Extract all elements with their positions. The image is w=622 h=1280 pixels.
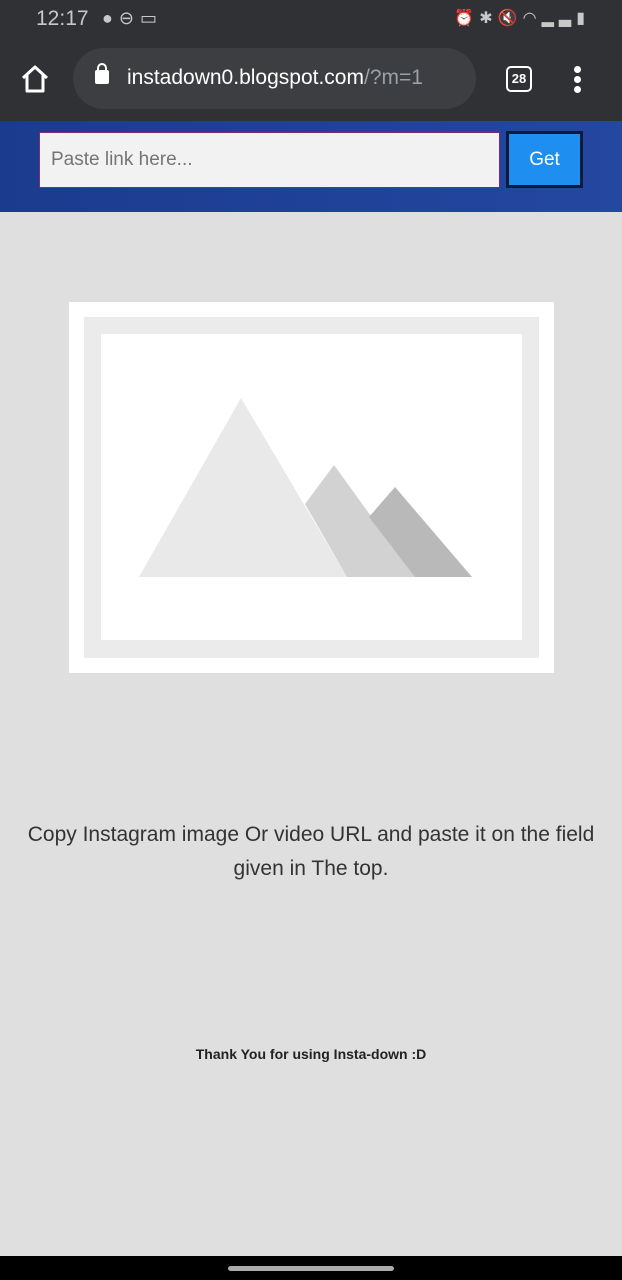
address-bar[interactable]: instadown0.blogspot.com/?m=1 — [73, 48, 476, 109]
get-button[interactable]: Get — [506, 131, 583, 188]
notification-icons: ●⊖▭ — [102, 8, 163, 28]
url-text: instadown0.blogspot.com/?m=1 — [127, 66, 423, 90]
search-header: Get — [0, 121, 622, 212]
image-placeholder — [69, 302, 554, 673]
thanks-text: Thank You for using Insta-down :D — [195, 1046, 427, 1062]
system-icons: ⏰✱🔇◠▂▃▮ — [454, 10, 590, 27]
lock-icon — [95, 63, 109, 84]
placeholder-image-icon — [84, 317, 539, 658]
home-icon[interactable] — [20, 64, 50, 94]
status-bar: 12:17 ●⊖▭ ⏰✱🔇◠▂▃▮ — [0, 0, 622, 38]
instructions-text: Copy Instagram image Or video URL and pa… — [27, 823, 595, 880]
clock: 12:17 — [36, 7, 89, 30]
link-input[interactable] — [39, 132, 500, 188]
home-gesture-handle[interactable] — [228, 1266, 394, 1271]
tab-switcher-button[interactable]: 28 — [506, 66, 532, 92]
url-path: /?m=1 — [363, 66, 423, 89]
browser-toolbar: instadown0.blogspot.com/?m=1 28 — [0, 38, 622, 121]
navigation-bar — [0, 1256, 622, 1280]
url-host: instadown0.blogspot.com — [127, 66, 364, 89]
more-menu-icon[interactable] — [574, 66, 582, 96]
